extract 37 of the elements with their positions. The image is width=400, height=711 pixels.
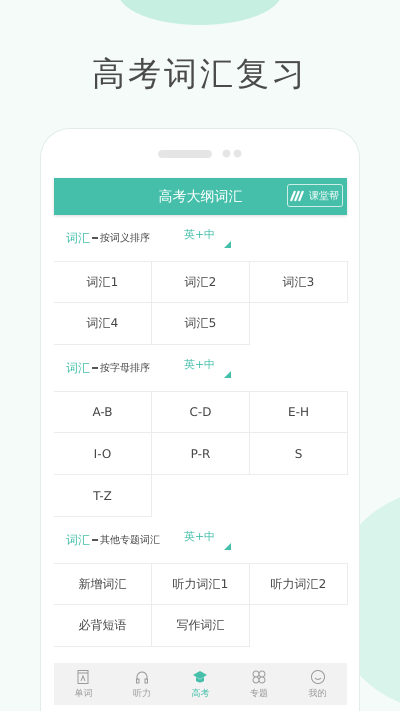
word-list-item[interactable]: S [250, 433, 348, 475]
word-list-item[interactable]: E-H [250, 391, 348, 433]
speaker-icon [158, 150, 212, 158]
section-subtitle: 其他专题词汇 [100, 534, 161, 547]
word-list-item[interactable]: C-D [152, 391, 250, 433]
word-list-item[interactable]: P-R [152, 433, 250, 475]
word-list-item[interactable]: 词汇3 [250, 261, 348, 303]
dropdown-corner-icon [224, 241, 232, 248]
headphones-icon [134, 668, 150, 684]
word-list-item[interactable]: I-O [54, 433, 152, 475]
word-list-item[interactable]: 新增词汇 [54, 563, 152, 605]
camera-dots-icon [222, 149, 242, 158]
section-title: 词汇 [66, 360, 90, 376]
section-title: 词汇 [66, 532, 90, 548]
word-list-item[interactable]: T-Z [54, 475, 152, 517]
headline: 高考词汇复习 [92, 53, 308, 95]
flower-grid-icon [251, 668, 268, 684]
word-list-item[interactable]: 听力词汇1 [152, 563, 250, 605]
section-subtitle: 按词义排序 [100, 232, 151, 245]
graduation-cap-icon [192, 668, 208, 684]
dropdown-corner-icon [224, 543, 232, 550]
screen-title: 高考大纲词汇 [158, 188, 242, 206]
dropdown-corner-icon [224, 371, 232, 378]
logo-text: 课堂帮 [309, 190, 339, 202]
word-list-item[interactable]: 词汇5 [152, 303, 250, 345]
book-icon [75, 668, 92, 684]
section-title: 词汇 [66, 230, 90, 246]
section-subtitle: 按字母排序 [100, 362, 151, 375]
word-list-item[interactable]: 词汇4 [54, 303, 152, 345]
word-list-item[interactable]: 必背短语 [54, 605, 152, 647]
word-list-item[interactable]: 写作词汇 [152, 605, 250, 647]
smiley-icon [310, 668, 326, 684]
word-list-item[interactable]: 词汇1 [54, 261, 152, 303]
word-list-item[interactable]: 词汇2 [152, 261, 250, 303]
slash-logo-icon [290, 190, 306, 202]
word-list-item[interactable]: 听力词汇2 [250, 563, 348, 605]
word-list-item[interactable]: A-B [54, 391, 152, 433]
